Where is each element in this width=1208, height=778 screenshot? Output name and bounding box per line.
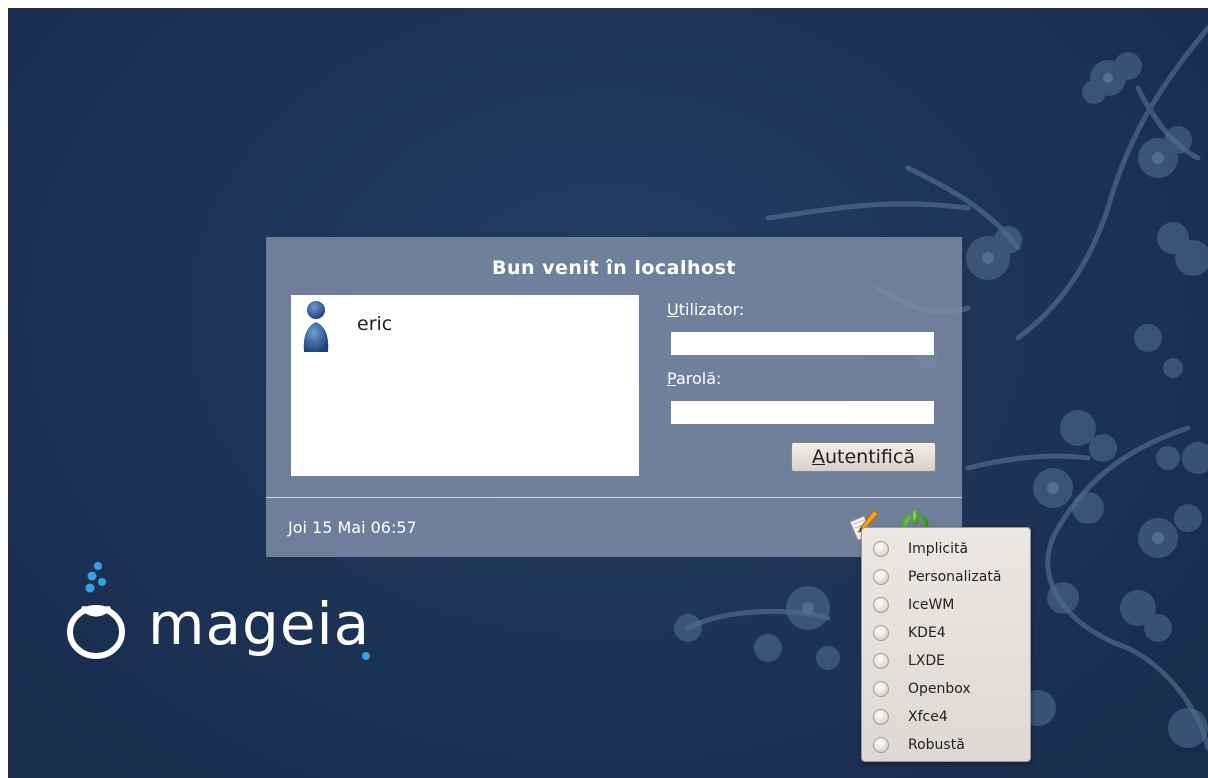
radio-icon[interactable] (873, 653, 889, 669)
radio-icon[interactable] (873, 597, 889, 613)
welcome-title: Bun venit în localhost (492, 257, 736, 279)
username-label: Utilizator: (667, 300, 744, 319)
session-option-label: Xfce4 (908, 709, 948, 725)
session-option-kde4[interactable]: KDE4 (862, 621, 1030, 647)
session-option-label: IceWM (908, 597, 955, 613)
mageia-logo: mageia (67, 562, 370, 660)
username-input[interactable] (671, 332, 934, 355)
session-option-personalizata[interactable]: Personalizată (862, 565, 1030, 591)
login-button-label: utentifică (824, 446, 915, 468)
login-button-accel: A (811, 446, 825, 468)
radio-icon[interactable] (873, 541, 889, 557)
login-button[interactable]: Autentifică (791, 442, 936, 472)
session-option-label: Implicită (908, 541, 969, 557)
session-menu: Implicită Personalizată IceWM KDE4 LXDE … (861, 527, 1031, 762)
password-label: Parolă: (667, 369, 721, 388)
session-option-robusta[interactable]: Robustă (862, 733, 1030, 759)
radio-icon[interactable] (873, 569, 889, 585)
session-option-label: Personalizată (908, 569, 1002, 585)
session-option-label: Openbox (908, 681, 971, 697)
user-list[interactable]: eric (291, 295, 639, 476)
password-input[interactable] (671, 401, 934, 424)
username-label-accel: U (667, 300, 679, 319)
user-name-eric: eric (357, 313, 393, 335)
logo-wordmark: mageia (148, 590, 370, 658)
user-avatar-icon (303, 301, 329, 352)
session-option-icewm[interactable]: IceWM (862, 593, 1030, 619)
session-option-openbox[interactable]: Openbox (862, 677, 1030, 703)
date-time: Joi 15 Mai 06:57 (288, 518, 417, 537)
password-label-accel: P (667, 369, 676, 388)
session-option-xfce4[interactable]: Xfce4 (862, 705, 1030, 731)
radio-icon[interactable] (873, 709, 889, 725)
session-option-label: KDE4 (908, 625, 946, 641)
login-screen: mageia Bun venit în localhost eric Utili… (8, 8, 1208, 778)
radio-icon[interactable] (873, 625, 889, 641)
session-option-label: LXDE (908, 653, 946, 669)
panel-divider (266, 497, 962, 498)
session-option-label: Robustă (908, 737, 965, 753)
username-label-text: tilizator: (678, 300, 745, 319)
radio-icon[interactable] (873, 737, 889, 753)
session-option-lxde[interactable]: LXDE (862, 649, 1030, 675)
login-panel: Bun venit în localhost eric Utilizator: (266, 237, 962, 557)
password-label-text: arolă: (675, 369, 722, 388)
radio-icon[interactable] (873, 681, 889, 697)
session-option-implicita[interactable]: Implicită (862, 537, 1030, 563)
